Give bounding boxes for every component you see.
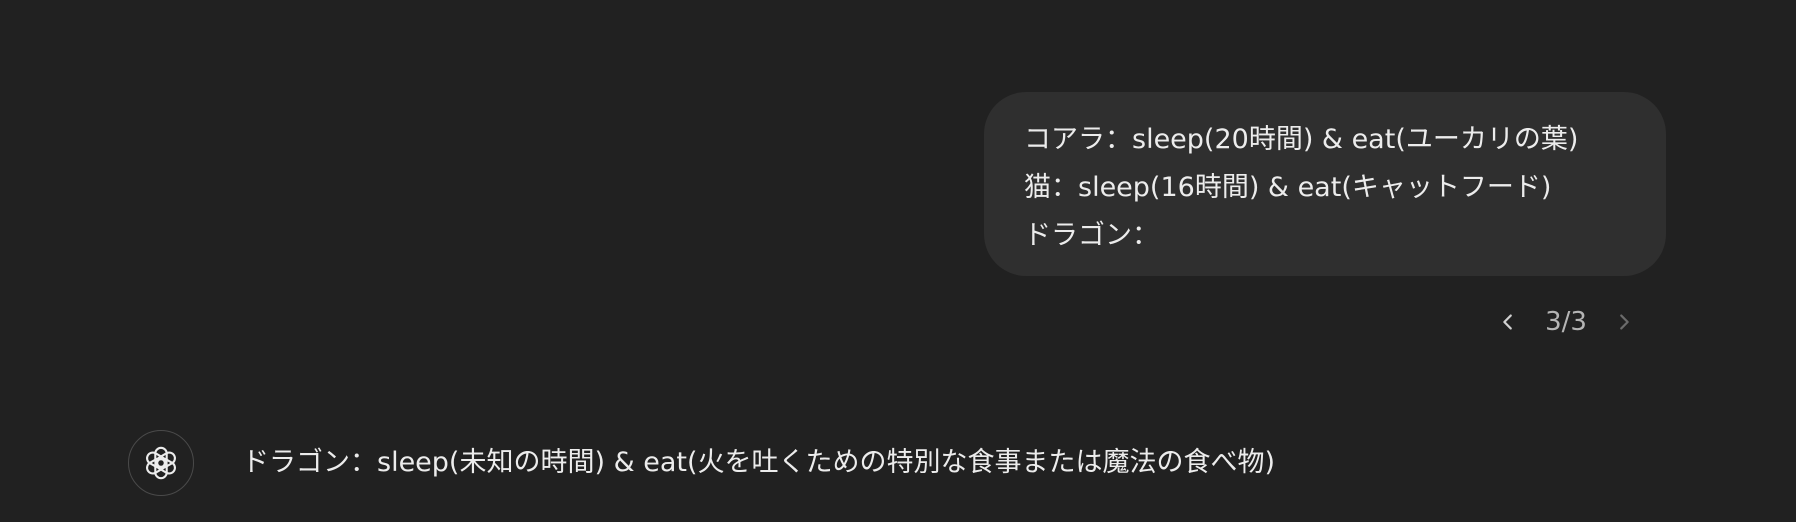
version-count: 3/3 <box>1545 307 1587 337</box>
previous-version-button[interactable] <box>1486 300 1530 344</box>
assistant-message: ドラゴン：sleep(未知の時間) & eat(火を吐くための特別な食事または魔… <box>128 430 1275 496</box>
message-version-pager: 3/3 <box>1486 300 1646 344</box>
assistant-message-text: ドラゴン：sleep(未知の時間) & eat(火を吐くための特別な食事または魔… <box>242 447 1276 478</box>
user-message-line: 猫：sleep(16時間) & eat(キャットフード) <box>1024 172 1552 203</box>
chat-page: コアラ：sleep(20時間) & eat(ユーカリの葉) 猫：sleep(16… <box>0 0 1796 522</box>
assistant-avatar <box>128 430 194 496</box>
openai-logo-icon <box>146 446 176 480</box>
chevron-left-icon <box>1503 314 1512 330</box>
next-version-button[interactable] <box>1602 300 1646 344</box>
chevron-right-icon <box>1620 314 1629 330</box>
user-message-line: コアラ：sleep(20時間) & eat(ユーカリの葉) <box>1024 124 1579 155</box>
user-message-line: ドラゴン： <box>1024 220 1159 251</box>
user-message-bubble: コアラ：sleep(20時間) & eat(ユーカリの葉) 猫：sleep(16… <box>984 92 1666 276</box>
